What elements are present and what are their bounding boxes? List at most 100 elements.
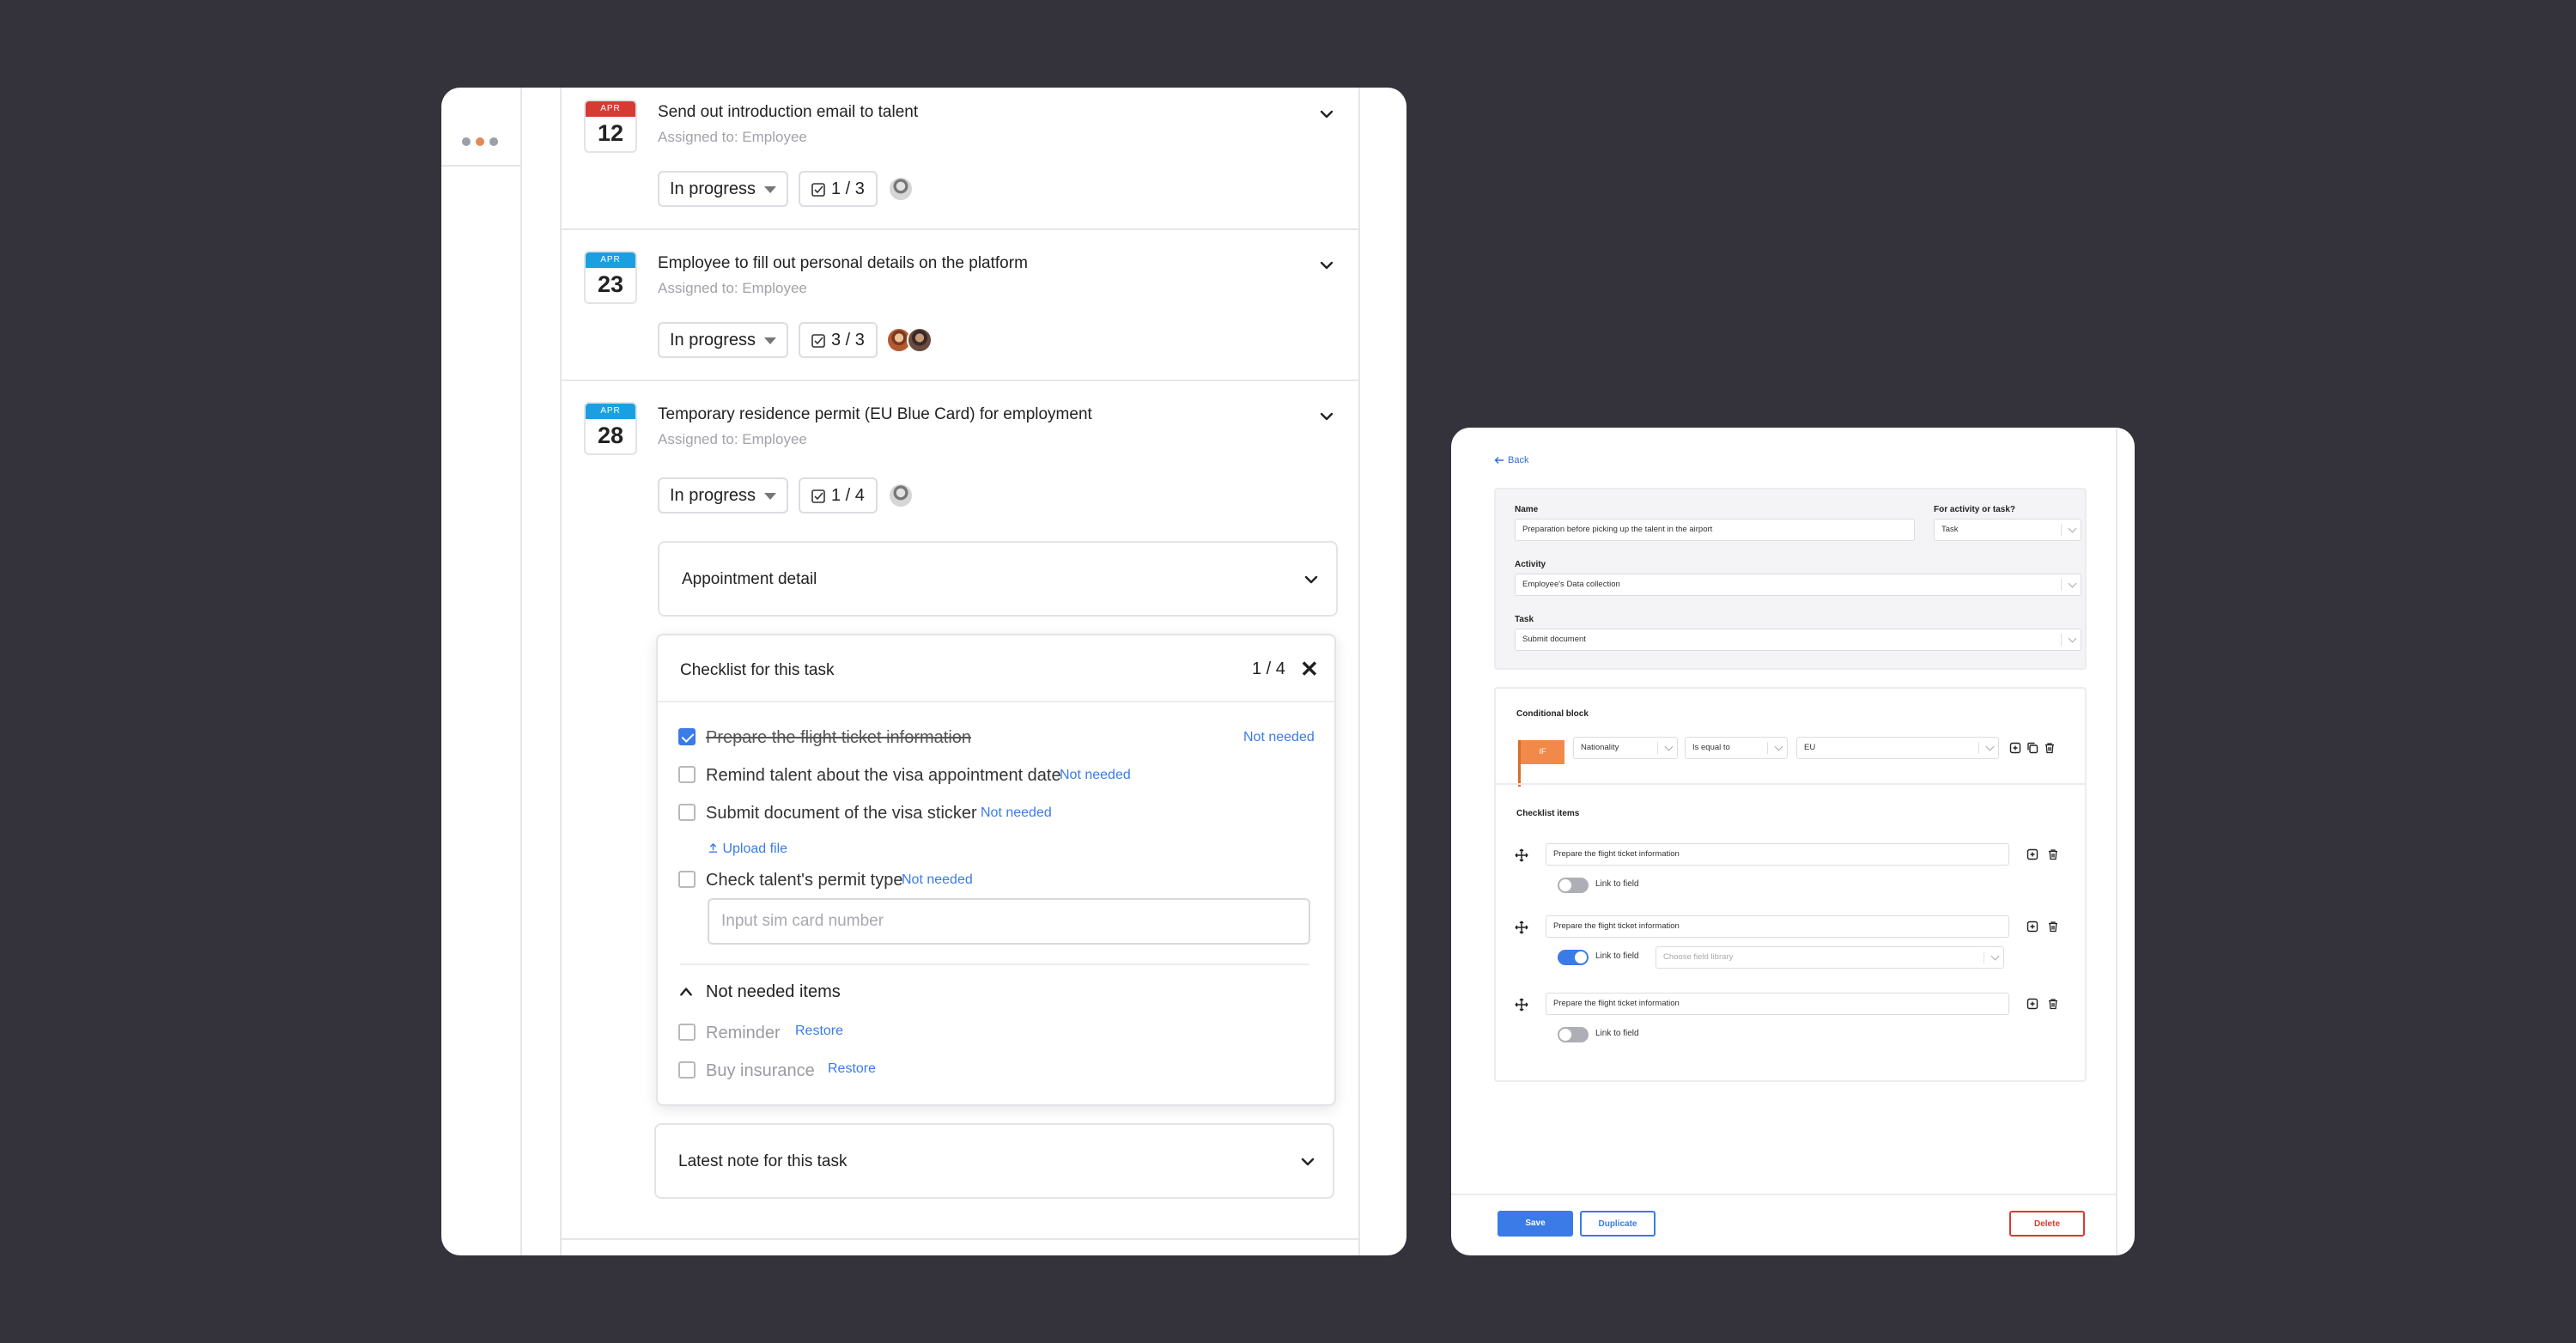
add-icon[interactable] <box>2009 742 2021 754</box>
not-needed-link[interactable]: Not needed <box>981 805 1052 821</box>
chevron-down-icon[interactable] <box>1298 1152 1317 1171</box>
checklist-title: Checklist for this task <box>680 661 835 679</box>
trash-icon[interactable] <box>2047 848 2059 860</box>
for-activity-value: Task <box>1941 525 1959 534</box>
divider <box>562 380 1358 381</box>
checklist-item-input[interactable]: Prepare the flight ticket information <box>1546 843 2009 866</box>
checkbox[interactable] <box>678 804 696 821</box>
not-needed-link[interactable]: Not needed <box>902 872 973 888</box>
condition-value-select[interactable]: EU <box>1796 737 1999 759</box>
avatar[interactable] <box>888 483 914 508</box>
status-dropdown[interactable]: In progress <box>658 322 788 358</box>
condition-value: EU <box>1804 743 1816 752</box>
checklist-item-label: Check talent's permit type <box>706 871 903 890</box>
checklist-count[interactable]: 3 / 3 <box>799 322 878 358</box>
checklist-item-input[interactable]: Prepare the flight ticket information <box>1546 993 2009 1015</box>
condition-operator-value: Is equal to <box>1692 743 1730 752</box>
delete-button[interactable]: Delete <box>2009 1211 2085 1237</box>
checkbox[interactable] <box>678 728 696 745</box>
calendar-date-icon: APR 23 <box>584 251 637 304</box>
calendar-day: 28 <box>597 422 624 448</box>
appointment-detail-panel[interactable]: Appointment detail <box>658 541 1338 617</box>
more-options-icon[interactable] <box>462 137 498 146</box>
drag-handle-icon[interactable] <box>1515 848 1528 862</box>
checklist-icon <box>811 183 825 197</box>
divider <box>441 165 522 167</box>
restore-link[interactable]: Restore <box>828 1061 876 1077</box>
chevron-down-icon[interactable] <box>1317 256 1336 275</box>
link-to-field-toggle[interactable] <box>1558 878 1589 893</box>
drag-handle-icon[interactable] <box>1515 921 1528 934</box>
trash-icon[interactable] <box>2044 742 2056 754</box>
checklist-item-input[interactable]: Prepare the flight ticket information <box>1546 915 2009 938</box>
status-dropdown[interactable]: In progress <box>658 477 788 514</box>
add-icon[interactable] <box>2026 921 2038 933</box>
add-icon[interactable] <box>2026 848 2038 860</box>
caret-down-icon <box>764 337 776 344</box>
checkbox[interactable] <box>678 871 696 888</box>
for-activity-select[interactable]: Task <box>1934 519 2081 541</box>
name-input[interactable]: Preparation before picking up the talent… <box>1515 519 1915 541</box>
restore-link[interactable]: Restore <box>795 1024 843 1039</box>
condition-operator-select[interactable]: Is equal to <box>1685 737 1788 759</box>
back-label: Back <box>1508 455 1529 465</box>
not-needed-link[interactable]: Not needed <box>1060 768 1131 783</box>
checklist-count[interactable]: 1 / 3 <box>799 171 878 207</box>
checklist-count[interactable]: 1 / 4 <box>799 477 878 514</box>
close-icon[interactable]: ✕ <box>1300 658 1319 680</box>
checkbox[interactable] <box>678 766 696 783</box>
save-button[interactable]: Save <box>1498 1211 1573 1237</box>
condition-field-value: Nationality <box>1581 743 1619 752</box>
back-link[interactable]: Back <box>1494 455 1528 465</box>
latest-note-panel[interactable]: Latest note for this task <box>654 1123 1334 1199</box>
duplicate-button[interactable]: Duplicate <box>1580 1211 1656 1237</box>
chevron-down-icon <box>1985 742 1995 751</box>
toggle-label: Link to field <box>1595 1029 1639 1038</box>
checklist-item-value: Prepare the flight ticket information <box>1553 999 1680 1008</box>
chevron-down-icon[interactable] <box>1317 105 1336 124</box>
avatar[interactable] <box>888 176 914 202</box>
task-assignee: Assigned to: Employee <box>658 431 807 447</box>
checkbox <box>678 1061 696 1079</box>
copy-icon[interactable] <box>2026 742 2038 754</box>
field-library-select[interactable]: Choose field library <box>1656 946 2004 969</box>
not-needed-link[interactable]: Not needed <box>1243 730 1315 745</box>
divider <box>1451 1194 2117 1195</box>
checklist-items-title: Checklist items <box>1516 809 1580 818</box>
upload-file-link[interactable]: Upload file <box>708 842 787 857</box>
checklist-progress: 3 / 3 <box>831 331 865 349</box>
task-value: Submit document <box>1522 635 1586 644</box>
link-to-field-toggle[interactable] <box>1558 1027 1589 1042</box>
trash-icon[interactable] <box>2047 998 2059 1010</box>
not-needed-section-title[interactable]: Not needed items <box>706 982 841 1002</box>
add-icon[interactable] <box>2026 998 2038 1010</box>
activity-select[interactable]: Employee's Data collection <box>1515 574 2081 596</box>
chevron-down-icon[interactable] <box>1317 407 1336 426</box>
activity-label: Activity <box>1515 560 1546 569</box>
task-select[interactable]: Submit document <box>1515 629 2081 651</box>
calendar-day: 23 <box>597 271 624 297</box>
chevron-down-icon[interactable] <box>1302 570 1321 589</box>
divider <box>680 963 1309 965</box>
checklist-progress: 1 / 4 <box>831 486 865 505</box>
chevron-down-icon <box>2068 634 2077 643</box>
not-needed-item-label: Reminder <box>706 1024 781 1042</box>
status-label: In progress <box>670 486 756 505</box>
checklist-progress: 1 / 4 <box>1252 659 1285 678</box>
link-to-field-toggle[interactable] <box>1558 950 1589 965</box>
task-title: Employee to fill out personal details on… <box>658 254 1028 272</box>
chevron-up-icon[interactable] <box>678 984 694 1000</box>
side-rail <box>441 88 522 1255</box>
editor-panel: Back Name Preparation before picking up … <box>1451 428 2117 1255</box>
drag-handle-icon[interactable] <box>1515 998 1528 1012</box>
divider <box>562 1238 1358 1240</box>
trash-icon[interactable] <box>2047 921 2059 933</box>
avatar[interactable] <box>907 327 933 353</box>
divider <box>1496 783 2085 785</box>
checklist-item-value: Prepare the flight ticket information <box>1553 849 1680 859</box>
condition-field-select[interactable]: Nationality <box>1573 737 1678 759</box>
for-activity-label: For activity or task? <box>1934 505 2016 514</box>
name-value: Preparation before picking up the talent… <box>1522 525 1713 534</box>
status-dropdown[interactable]: In progress <box>658 171 788 207</box>
sim-card-input[interactable]: Input sim card number <box>708 898 1310 945</box>
